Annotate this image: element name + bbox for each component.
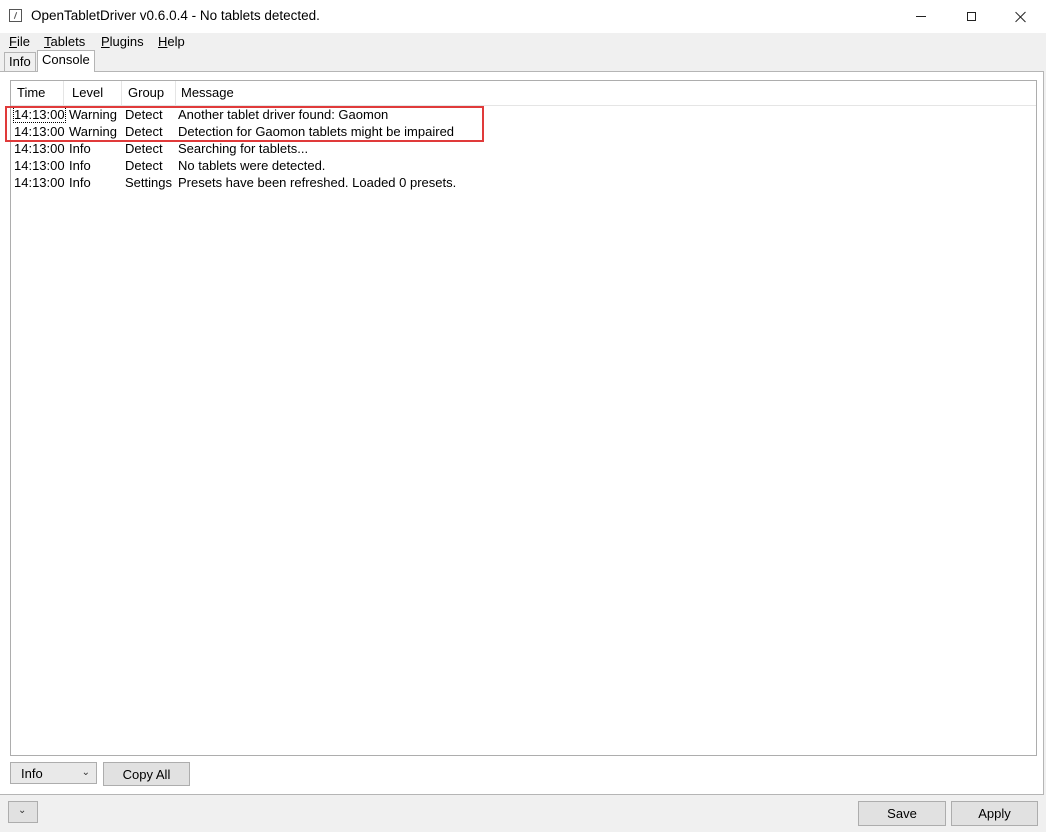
app-window: OpenTabletDriver v0.6.0.4 - No tablets d… [0, 0, 1046, 832]
chevron-down-icon: ⌄ [81, 767, 90, 778]
column-header-group[interactable]: Group [128, 85, 164, 100]
log-message: Another tablet driver found: Gaomon [178, 107, 389, 122]
log-group: Detect [125, 107, 163, 122]
copy-all-button[interactable]: Copy All [103, 762, 190, 786]
save-button[interactable]: Save [858, 801, 946, 826]
log-group: Detect [125, 158, 163, 173]
log-message: Detection for Gaomon tablets might be im… [178, 124, 455, 139]
log-list-header: Time Level Group Message [11, 81, 1036, 106]
window-title: OpenTabletDriver v0.6.0.4 - No tablets d… [31, 8, 320, 23]
log-level: Info [69, 141, 91, 156]
log-level-filter-select[interactable]: Info ⌄ [10, 762, 97, 784]
menu-file-label: ile [16, 34, 30, 49]
menu-help-accel: H [158, 34, 168, 49]
log-row[interactable]: 14:13:00 Warning Detect Detection for Ga… [11, 123, 1036, 140]
log-row[interactable]: 14:13:00 Info Detect No tablets were det… [11, 157, 1036, 174]
log-time: 14:13:00 [14, 175, 65, 190]
title-bar[interactable]: OpenTabletDriver v0.6.0.4 - No tablets d… [0, 0, 1046, 33]
menu-plugins-accel: P [101, 34, 110, 49]
column-divider[interactable] [175, 81, 176, 105]
log-level: Info [69, 158, 91, 173]
log-level: Info [69, 175, 91, 190]
tab-strip: Info Console [0, 50, 1046, 72]
menu-help[interactable]: Help [158, 34, 185, 49]
log-message: Searching for tablets... [178, 141, 309, 156]
column-divider[interactable] [63, 81, 64, 105]
tab-console[interactable]: Console [37, 50, 95, 72]
log-row[interactable]: 14:13:00 Info Settings Presets have been… [11, 174, 1036, 191]
log-message: No tablets were detected. [178, 158, 326, 173]
footer-dropdown-button[interactable]: ⌄ [8, 801, 38, 823]
log-time: 14:13:00 [14, 141, 65, 156]
column-header-message[interactable]: Message [181, 85, 234, 100]
menu-file-accel: F [9, 34, 17, 49]
apply-button[interactable]: Apply [951, 801, 1038, 826]
menu-plugins-label: lugins [109, 34, 144, 49]
app-icon [9, 9, 22, 22]
column-header-level[interactable]: Level [72, 85, 103, 100]
menu-file[interactable]: File [9, 34, 30, 49]
close-button[interactable] [996, 0, 1046, 33]
minimize-icon [916, 16, 926, 17]
menu-bar: File Tablets Plugins Help [0, 33, 1046, 51]
log-level-filter-value: Info [21, 766, 43, 781]
menu-plugins[interactable]: Plugins [101, 34, 144, 49]
maximize-button[interactable] [946, 0, 996, 33]
log-row[interactable]: 14:13:00 Info Detect Searching for table… [11, 140, 1036, 157]
column-header-time[interactable]: Time [17, 85, 45, 100]
menu-tablets-label: ablets [50, 34, 86, 49]
menu-help-label: elp [167, 34, 185, 49]
log-group: Settings [125, 175, 172, 190]
console-log-list[interactable]: Time Level Group Message 14:13:00 Warnin… [10, 80, 1037, 756]
menu-tablets[interactable]: Tablets [44, 34, 85, 49]
log-group: Detect [125, 124, 163, 139]
log-time: 14:13:00 [14, 124, 65, 139]
close-icon [1015, 11, 1027, 23]
log-level: Warning [69, 107, 117, 122]
minimize-button[interactable] [896, 0, 946, 33]
log-time: 14:13:00 [14, 158, 65, 173]
log-message: Presets have been refreshed. Loaded 0 pr… [178, 175, 457, 190]
log-row[interactable]: 14:13:00 Warning Detect Another tablet d… [11, 106, 1036, 123]
log-group: Detect [125, 141, 163, 156]
chevron-down-icon: ⌄ [18, 805, 27, 816]
log-level: Warning [69, 124, 117, 139]
tab-info[interactable]: Info [4, 52, 36, 71]
column-divider[interactable] [121, 81, 122, 105]
log-time: 14:13:00 [13, 106, 66, 123]
maximize-icon [966, 12, 976, 21]
